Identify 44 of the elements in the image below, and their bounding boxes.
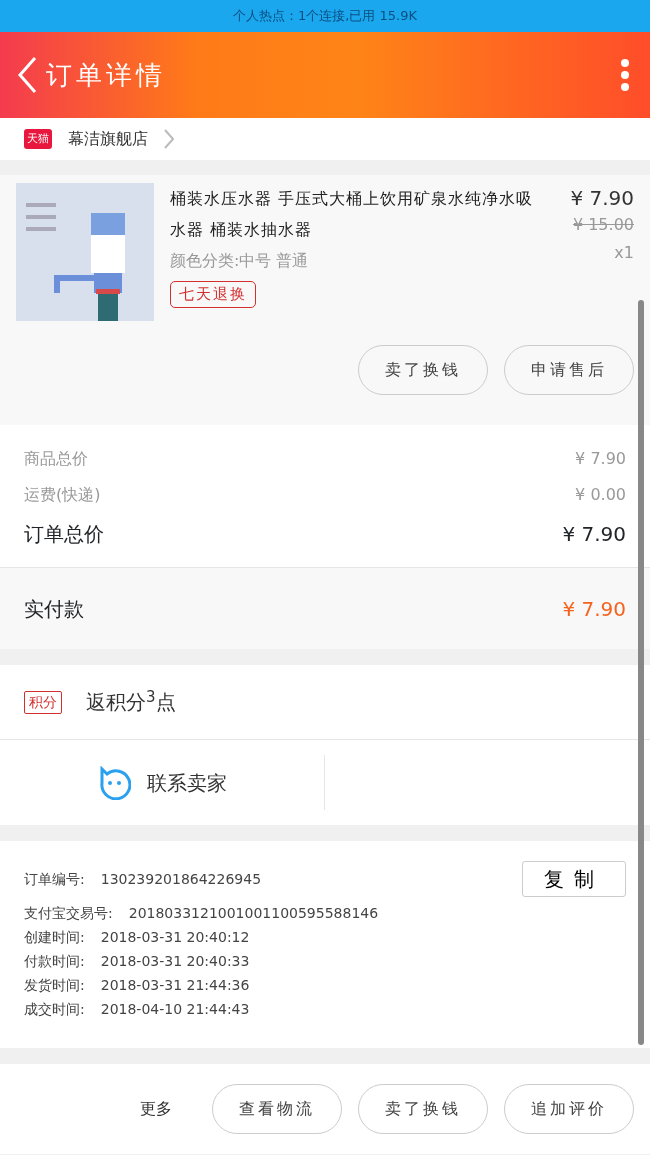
price-text: ¥ 7.90	[570, 185, 634, 212]
quantity-text: x1	[613, 242, 634, 264]
bottom-button[interactable]: 查看物流	[212, 1084, 342, 1134]
shop-name[interactable]: 幕洁旗舰店	[68, 127, 148, 151]
more-icon[interactable]	[620, 58, 630, 92]
back-icon[interactable]	[16, 55, 38, 95]
store-badge: 天猫	[24, 128, 52, 150]
variant-text: 颜色分类:中号 普通	[170, 250, 310, 272]
action-button[interactable]: 卖了换钱	[358, 345, 488, 395]
copy-button[interactable]: 复制	[522, 861, 626, 897]
action-button[interactable]: 申请售后	[504, 345, 634, 395]
chevron-icon	[164, 129, 174, 149]
info-value: 130239201864226945	[100, 870, 262, 889]
points-badge: 积分	[24, 690, 62, 714]
info-label: 支付宝交易号:	[24, 904, 113, 923]
info-value: 2018-04-10 21:44:43	[100, 1000, 250, 1019]
product-title[interactable]: 桶装水压水器 手压式大桶上饮用矿泉水纯净水吸水器 桶装水抽水器	[170, 183, 547, 245]
original-price: ¥ 15.00	[571, 214, 634, 236]
page-title: 订单详情	[46, 58, 166, 92]
summary-value: ¥ 7.90	[575, 448, 626, 470]
info-value: 2018-03-31 20:40:12	[100, 928, 250, 947]
info-label: 创建时间:	[24, 928, 85, 947]
paid-value: ¥ 7.90	[562, 595, 626, 623]
points-text: 返积分$^{3}$点	[86, 687, 176, 716]
summary-value: ¥ 7.90	[562, 521, 626, 548]
info-label: 成交时间:	[24, 1000, 85, 1019]
status-text: 个人热点：1个连接,已用 15.9K	[233, 7, 417, 26]
info-label: 订单编号:	[24, 870, 85, 889]
summary-label: 商品总价	[24, 448, 88, 470]
info-label: 发货时间:	[24, 976, 85, 995]
more-link[interactable]: 更多	[140, 1097, 172, 1121]
bottom-button[interactable]: 追加评价	[504, 1084, 634, 1134]
info-value: 2018-03-31 21:44:36	[100, 976, 250, 995]
summary-label: 订单总价	[24, 521, 104, 548]
info-value: 2018-03-31 20:40:33	[100, 952, 250, 971]
info-label: 付款时间:	[24, 952, 85, 971]
paid-label: 实付款	[24, 595, 84, 623]
chat-icon	[97, 765, 131, 800]
summary-value: ¥ 0.00	[575, 484, 626, 506]
contact-label: 联系卖家	[147, 769, 227, 797]
info-value: 2018033121001001100595588146	[128, 904, 379, 923]
summary-label: 运费(快递)	[24, 484, 101, 506]
return-tag: 七天退换	[170, 281, 256, 308]
bottom-button[interactable]: 卖了换钱	[358, 1084, 488, 1134]
